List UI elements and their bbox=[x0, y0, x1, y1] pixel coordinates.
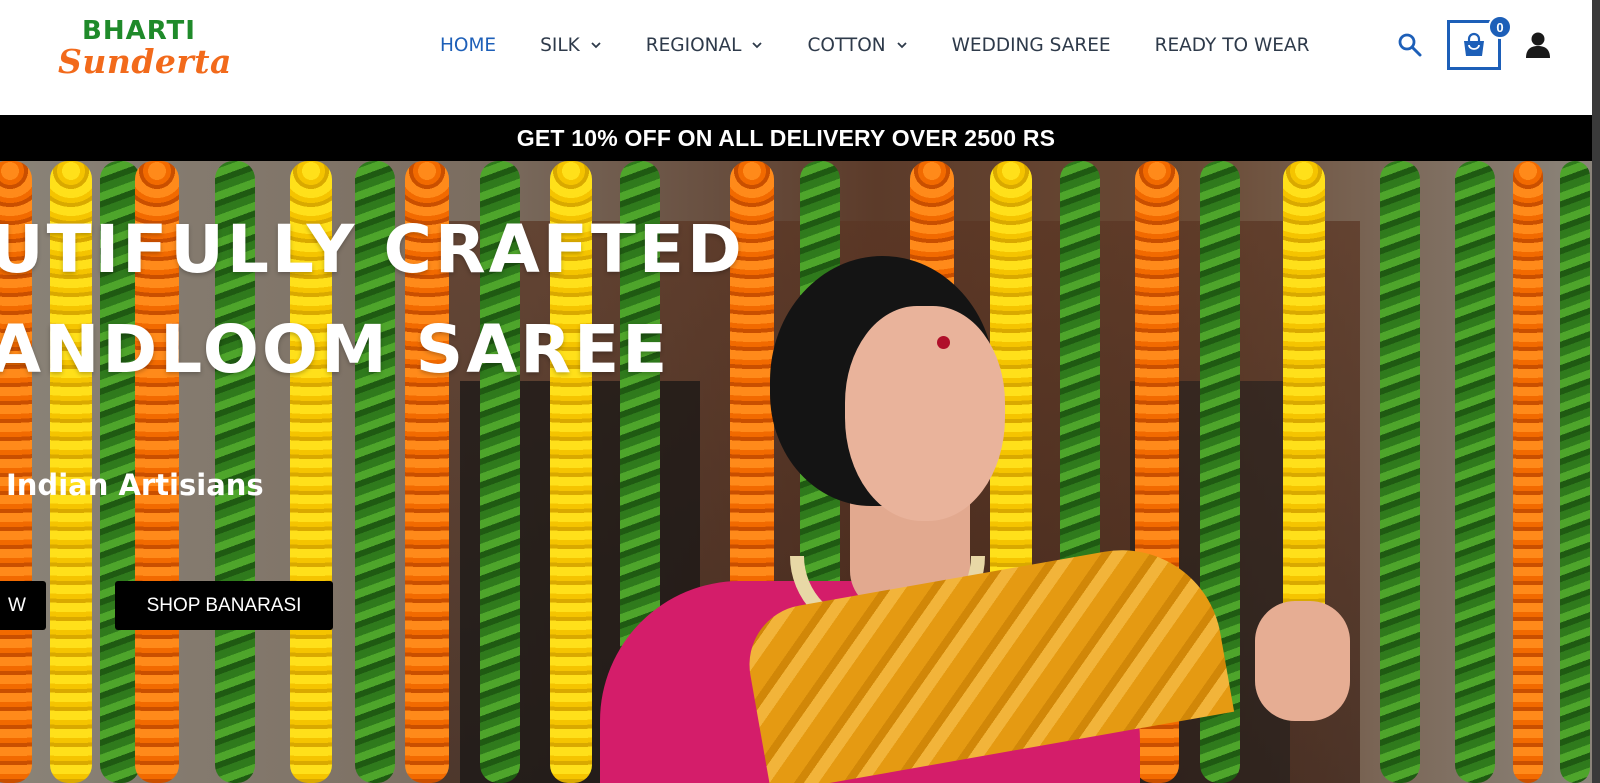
nav-label: WEDDING SAREE bbox=[951, 34, 1111, 56]
user-icon[interactable] bbox=[1525, 31, 1551, 59]
chevron-down-icon bbox=[591, 42, 601, 49]
shop-banarasi-button[interactable]: SHOP BANARASI bbox=[115, 581, 333, 630]
button-label: SHOP BANARASI bbox=[146, 594, 302, 616]
shopping-bag-icon bbox=[1464, 32, 1484, 56]
model-face bbox=[845, 306, 1005, 521]
promo-bar: GET 10% OFF ON ALL DELIVERY OVER 2500 RS bbox=[0, 115, 1592, 161]
nav-label: READY TO WEAR bbox=[1154, 34, 1310, 56]
cart-count-badge: 0 bbox=[1488, 15, 1512, 39]
model-hand bbox=[1255, 601, 1350, 721]
hero-heading-line1: UTIFULLY CRAFTED bbox=[0, 211, 745, 288]
nav-item-cotton[interactable]: COTTON bbox=[807, 35, 907, 56]
marigold-garland bbox=[1513, 161, 1543, 783]
nav-label: COTTON bbox=[807, 34, 886, 56]
hero-banner: UTIFULLY CRAFTED ANDLOOM SAREE Indian Ar… bbox=[0, 161, 1592, 783]
nav-item-home[interactable]: HOME bbox=[440, 35, 496, 56]
cart-button[interactable]: 0 bbox=[1447, 15, 1512, 70]
chevron-down-icon bbox=[752, 42, 763, 49]
main-nav: HOME SILK REGIONAL COTTON WEDDING SAREE … bbox=[440, 30, 1309, 60]
leaf-garland bbox=[1560, 161, 1590, 783]
brand-logo[interactable]: BHARTI Sunderta bbox=[58, 14, 248, 81]
nav-item-regional[interactable]: REGIONAL bbox=[646, 35, 764, 56]
site-header: BHARTI Sunderta HOME SILK REGIONAL COTTO… bbox=[0, 0, 1592, 115]
nav-label: SILK bbox=[540, 34, 580, 56]
nav-item-ready-to-wear[interactable]: READY TO WEAR bbox=[1155, 35, 1310, 56]
nav-item-wedding-saree[interactable]: WEDDING SAREE bbox=[952, 35, 1111, 56]
chevron-down-icon bbox=[896, 42, 907, 49]
hero-heading-line2: ANDLOOM SAREE bbox=[0, 311, 671, 388]
search-icon[interactable] bbox=[1397, 32, 1423, 58]
nav-label: REGIONAL bbox=[645, 34, 742, 56]
shop-now-button[interactable]: W bbox=[0, 581, 46, 630]
button-label: W bbox=[8, 594, 26, 616]
nav-item-silk[interactable]: SILK bbox=[540, 35, 602, 56]
promo-text: GET 10% OFF ON ALL DELIVERY OVER 2500 RS bbox=[516, 124, 1056, 151]
logo-bottom-text: Sunderta bbox=[58, 42, 232, 81]
marigold-garland bbox=[1283, 161, 1325, 641]
nav-label: HOME bbox=[440, 34, 497, 56]
model-bindi bbox=[937, 336, 950, 349]
leaf-garland bbox=[1380, 161, 1420, 783]
window-edge bbox=[1592, 0, 1600, 783]
hero-subtitle: Indian Artisians bbox=[6, 468, 264, 502]
leaf-garland bbox=[1455, 161, 1495, 783]
